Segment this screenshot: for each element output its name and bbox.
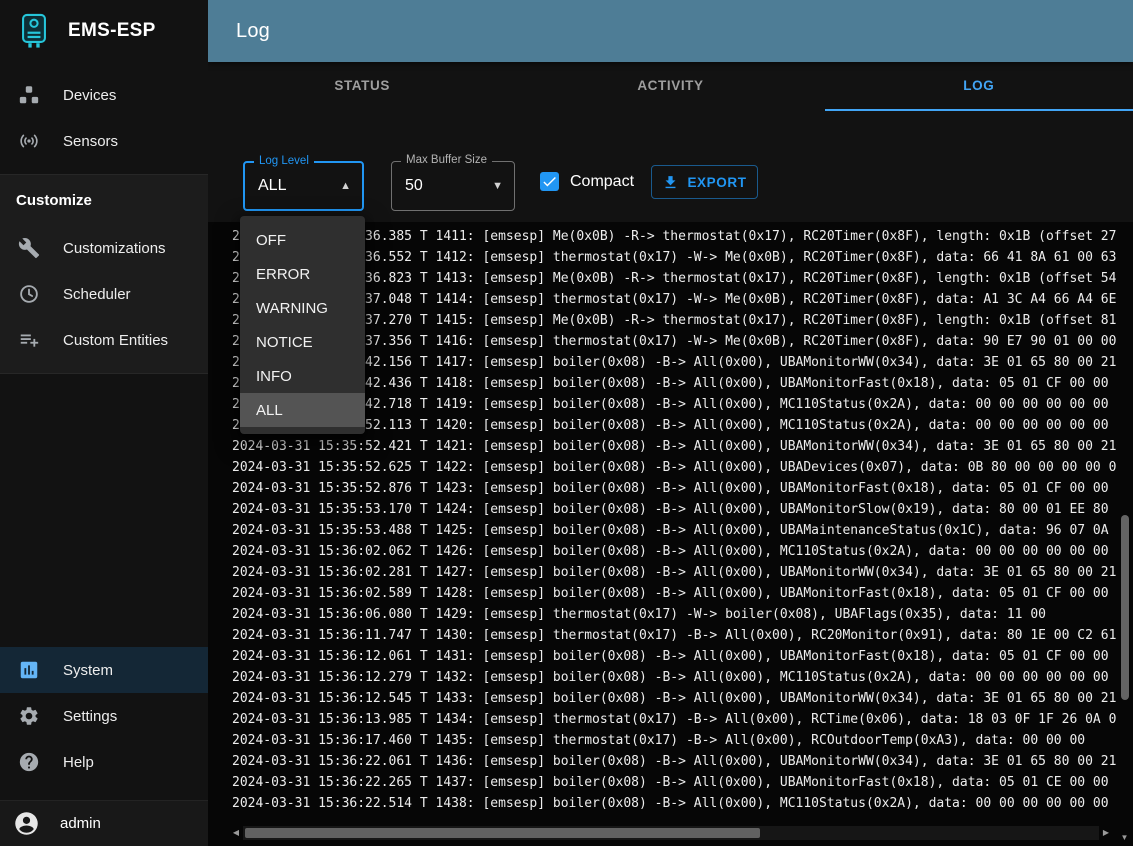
clock-icon <box>17 282 41 306</box>
max-buffer-select-label: Max Buffer Size <box>401 154 492 166</box>
sidebar-item-label: Custom Entities <box>63 332 168 349</box>
sidebar-item-custom-entities[interactable]: Custom Entities <box>0 317 208 363</box>
log-line: 2024-03-31 15:36:17.460 T 1435: [emsesp]… <box>232 730 1116 751</box>
download-icon <box>662 174 679 191</box>
app-title: EMS-ESP <box>68 20 156 42</box>
sidebar-item-system[interactable]: System <box>0 647 208 693</box>
sidebar-item-label: Sensors <box>63 133 118 150</box>
max-buffer-select-value: 50 <box>405 177 423 195</box>
sidebar-item-label: Customizations <box>63 240 166 257</box>
user-row[interactable]: admin <box>0 800 208 846</box>
menu-item-notice[interactable]: NOTICE <box>240 325 365 359</box>
log-line: 2024-03-31 15:35:52.625 T 1422: [emsesp]… <box>232 457 1116 478</box>
log-level-select[interactable]: Log Level ALL ▲ <box>243 161 364 211</box>
sidebar-item-label: Help <box>63 754 94 771</box>
log-line: 2024-03-31 15:36:22.061 T 1436: [emsesp]… <box>232 751 1116 772</box>
log-line: 2024-03-31 15:35:53.170 T 1424: [emsesp]… <box>232 499 1116 520</box>
topbar: Log <box>208 0 1133 62</box>
sidebar-nav-bottom: System Settings Help <box>0 647 208 785</box>
sidebar-item-label: System <box>63 662 113 679</box>
avatar-icon <box>13 810 40 837</box>
vertical-scrollbar: ▼ <box>1116 222 1133 846</box>
sidebar-item-settings[interactable]: Settings <box>0 693 208 739</box>
log-line: 2024-03-31 15:36:12.545 T 1433: [emsesp]… <box>232 688 1116 709</box>
menu-item-info[interactable]: INFO <box>240 359 365 393</box>
log-line: 2024-03-31 15:36:22.514 T 1438: [emsesp]… <box>232 793 1116 814</box>
vertical-scroll-thumb[interactable] <box>1121 515 1129 700</box>
log-line: 2024-03-31 15:36:22.265 T 1437: [emsesp]… <box>232 772 1116 793</box>
export-label: EXPORT <box>687 175 746 190</box>
sidebar-item-label: Devices <box>63 87 116 104</box>
log-line: 2024-03-31 15:36:06.080 T 1429: [emsesp]… <box>232 604 1116 625</box>
customize-section: Customize Customizations Scheduler Custo… <box>0 174 208 374</box>
sidebar-nav-main: Devices Sensors <box>0 72 208 164</box>
log-level-select-value: ALL <box>258 177 286 195</box>
log-line: 2024-03-31 15:35:53.488 T 1425: [emsesp]… <box>232 520 1116 541</box>
export-button[interactable]: EXPORT <box>651 165 758 199</box>
checkbox-checked-icon <box>540 172 559 191</box>
devices-icon <box>17 83 41 107</box>
log-level-select-label: Log Level <box>254 155 314 167</box>
sidebar-header: EMS-ESP <box>0 0 208 62</box>
menu-item-all[interactable]: ALL <box>240 393 365 427</box>
tab-bar: STATUS ACTIVITY LOG <box>208 62 1133 111</box>
log-line: 2024-03-31 15:36:12.061 T 1431: [emsesp]… <box>232 646 1116 667</box>
horizontal-scrollbar: ◀ ▶ <box>229 825 1113 841</box>
sidebar: EMS-ESP Devices Sensors Customize <box>0 0 208 846</box>
sidebar-item-customizations[interactable]: Customizations <box>0 225 208 271</box>
bar-chart-icon <box>17 658 41 682</box>
log-line: 2024-03-31 15:36:02.589 T 1428: [emsesp]… <box>232 583 1116 604</box>
page-title: Log <box>236 20 270 43</box>
tab-log[interactable]: LOG <box>825 62 1133 111</box>
log-level-menu: OFF ERROR WARNING NOTICE INFO ALL <box>240 216 365 434</box>
chevron-down-icon: ▼ <box>492 180 503 192</box>
menu-item-warning[interactable]: WARNING <box>240 291 365 325</box>
horizontal-scroll-track[interactable] <box>243 826 1099 840</box>
customize-section-label: Customize <box>0 175 208 225</box>
emsesp-logo-icon <box>16 11 52 51</box>
scroll-right-arrow-icon[interactable]: ▶ <box>1099 825 1113 841</box>
log-line: 2024-03-31 15:36:02.062 T 1426: [emsesp]… <box>232 541 1116 562</box>
log-line: 2024-03-31 15:35:52.876 T 1423: [emsesp]… <box>232 478 1116 499</box>
log-line: 2024-03-31 15:36:02.281 T 1427: [emsesp]… <box>232 562 1116 583</box>
sidebar-item-devices[interactable]: Devices <box>0 72 208 118</box>
compact-checkbox[interactable]: Compact <box>540 172 634 191</box>
sensors-icon <box>17 129 41 153</box>
scroll-down-arrow-icon[interactable]: ▼ <box>1116 833 1133 842</box>
sidebar-item-label: Scheduler <box>63 286 131 303</box>
menu-item-error[interactable]: ERROR <box>240 257 365 291</box>
log-line: 2024-03-31 15:35:52.421 T 1421: [emsesp]… <box>232 436 1116 457</box>
menu-item-off[interactable]: OFF <box>240 223 365 257</box>
log-line: 2024-03-31 15:36:12.279 T 1432: [emsesp]… <box>232 667 1116 688</box>
chevron-up-icon: ▲ <box>340 180 351 192</box>
gear-icon <box>17 704 41 728</box>
sidebar-item-scheduler[interactable]: Scheduler <box>0 271 208 317</box>
username: admin <box>60 815 101 832</box>
tab-activity[interactable]: ACTIVITY <box>516 62 824 111</box>
sidebar-item-label: Settings <box>63 708 117 725</box>
sidebar-item-sensors[interactable]: Sensors <box>0 118 208 164</box>
log-line: 2024-03-31 15:36:13.985 T 1434: [emsesp]… <box>232 709 1116 730</box>
scroll-left-arrow-icon[interactable]: ◀ <box>229 825 243 841</box>
horizontal-scroll-thumb[interactable] <box>245 828 760 838</box>
playlist-add-icon <box>17 328 41 352</box>
emsesp-app-screen: EMS-ESP Devices Sensors Customize <box>0 0 1133 846</box>
help-icon <box>17 750 41 774</box>
wrench-icon <box>17 236 41 260</box>
tab-status[interactable]: STATUS <box>208 62 516 111</box>
log-line: 2024-03-31 15:36:11.747 T 1430: [emsesp]… <box>232 625 1116 646</box>
max-buffer-select[interactable]: Max Buffer Size 50 ▼ <box>391 161 515 211</box>
sidebar-item-help[interactable]: Help <box>0 739 208 785</box>
compact-label: Compact <box>570 173 634 191</box>
